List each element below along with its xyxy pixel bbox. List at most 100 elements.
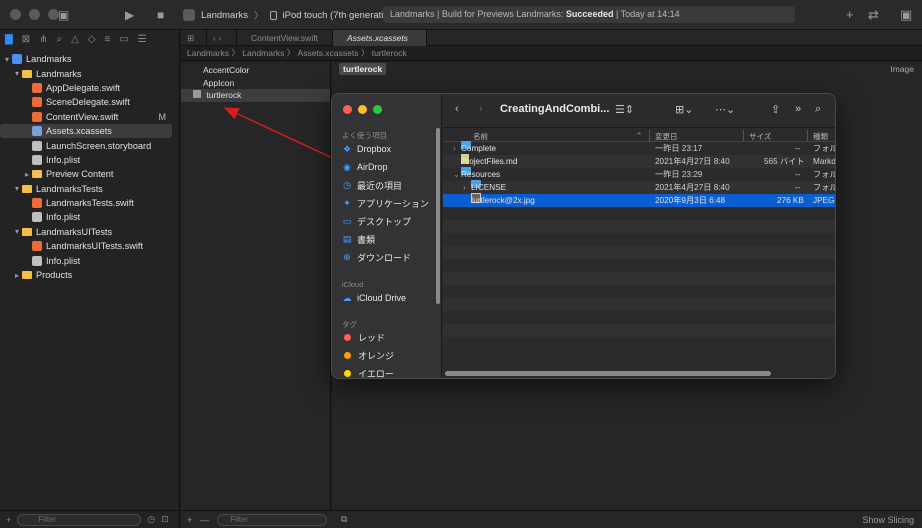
close-window-button[interactable] — [10, 9, 21, 20]
back-icon[interactable]: ‹ — [455, 103, 459, 115]
sidebar-tag-orange[interactable]: オレンジ — [342, 347, 394, 363]
asset-item-accentcolor[interactable]: AccentColor — [181, 64, 330, 77]
source-control-icon[interactable]: ⊠ — [22, 34, 30, 45]
minimize-window-button[interactable] — [29, 9, 40, 20]
chevron-down-icon[interactable]: ▾ — [12, 184, 22, 193]
chevron-down-icon[interactable]: ▾ — [2, 55, 12, 64]
folder-icon[interactable]: ▇ — [5, 34, 13, 45]
back-forward-icon[interactable]: ‹ › — [207, 29, 237, 46]
scheme-selector[interactable]: Landmarks 〉 iPod touch (7th generation) — [183, 6, 397, 24]
asset-filter-input[interactable]: Filter — [217, 514, 328, 526]
sort-up-icon[interactable]: ⌃ — [636, 131, 642, 140]
sidebar-item-applications[interactable]: ✦ アプリケーション — [342, 195, 429, 211]
overflow-icon[interactable]: » — [795, 103, 801, 115]
sidebar-item-desktop[interactable]: ▭ デスクトップ — [342, 213, 411, 229]
add-icon[interactable]: + — [6, 515, 11, 525]
tree-row-assets[interactable]: Assets.xcassets — [0, 123, 172, 139]
add-icon[interactable]: + — [846, 7, 854, 22]
tree-row-file[interactable]: SceneDelegate.swift — [0, 95, 180, 109]
asset-item-turtlerock[interactable]: turtlerock — [181, 89, 330, 102]
sidebar-item-icloud-drive[interactable]: ☁ iCloud Drive — [342, 290, 407, 306]
hierarchy-icon[interactable]: ⋔ — [39, 34, 47, 45]
tree-row-file[interactable]: LandmarksTests.swift — [0, 196, 180, 210]
file-row[interactable]: › LICENSE 2021年4月27日 8:40 -- フォル — [443, 180, 835, 194]
remove-icon[interactable]: — — [200, 515, 209, 525]
zoom-dialog-button[interactable] — [373, 105, 382, 114]
file-row[interactable]: ProjectFiles.md 2021年4月27日 8:40 565 バイト … — [443, 154, 835, 168]
close-dialog-button[interactable] — [343, 105, 352, 114]
jump-bar[interactable]: Landmarks 〉 Landmarks 〉 Assets.xcassets … — [181, 46, 922, 61]
chevron-down-icon[interactable]: ▾ — [12, 69, 22, 78]
sidebar-item-documents[interactable]: ▤ 書類 — [342, 231, 375, 247]
list-view-icon[interactable]: ☰⇕ — [615, 103, 634, 116]
layout-toggle-icon[interactable]: ⧉ — [341, 514, 347, 525]
show-slicing-button[interactable]: Show Slicing — [862, 515, 914, 525]
add-icon[interactable]: + — [187, 515, 192, 525]
sidebar-item-airdrop[interactable]: ◉ AirDrop — [342, 159, 387, 175]
chevron-right-icon[interactable]: ▸ — [12, 271, 22, 280]
share-icon[interactable]: ⇪ — [771, 103, 780, 116]
column-date[interactable]: 変更日 — [655, 131, 678, 142]
column-size[interactable]: サイズ — [749, 131, 771, 142]
tree-row-folder[interactable]: ▾ Landmarks — [0, 66, 180, 80]
more-actions-icon[interactable]: ⋯⌄ — [715, 103, 735, 116]
related-items-icon[interactable]: ⊞ — [181, 29, 207, 46]
sidebar-item-recents[interactable]: ◷ 最近の項目 — [342, 177, 402, 193]
current-folder-title[interactable]: CreatingAndCombi... — [500, 103, 609, 115]
recent-filter-icon[interactable]: ◷ — [147, 514, 155, 525]
report-icon[interactable]: ☰ — [138, 34, 147, 45]
asset-item-appicon[interactable]: AppIcon — [181, 77, 330, 90]
tree-row-folder[interactable]: ▸ Preview Content — [0, 167, 180, 181]
tree-row-file[interactable]: LandmarksUITests.swift — [0, 239, 180, 253]
back-forward-icon[interactable]: ⇄ — [868, 7, 879, 23]
search-icon[interactable]: ⌕ — [56, 34, 62, 45]
tree-row-file[interactable]: LaunchScreen.storyboard — [0, 138, 180, 152]
sidebar-item-downloads[interactable]: ⊕ ダウンロード — [342, 249, 411, 265]
warning-icon[interactable]: △ — [71, 34, 79, 45]
chevron-right-icon[interactable]: ▸ — [22, 170, 32, 179]
minimize-dialog-button[interactable] — [358, 105, 367, 114]
navigator-filter-input[interactable]: Filter — [17, 513, 142, 526]
sidebar-toggle-icon[interactable]: ▣ — [58, 8, 69, 22]
column-separator[interactable] — [807, 130, 808, 141]
run-icon[interactable]: ▶ — [125, 8, 134, 22]
file-row-selected[interactable]: turtlerock@2x.jpg 2020年9月3日 6:48 276 KB … — [443, 193, 835, 207]
column-name[interactable]: 名前 — [473, 131, 488, 142]
chevron-down-icon[interactable]: ▾ — [12, 227, 22, 236]
tree-row-file[interactable]: AppDelegate.swift — [0, 81, 180, 95]
breakpoint-icon[interactable]: ▭ — [119, 34, 128, 45]
sidebar-tag-red[interactable]: レッド — [342, 329, 385, 345]
tab-contentview[interactable]: ContentView.swift — [237, 29, 333, 46]
tree-row-folder[interactable]: ▾ LandmarksUITests — [0, 225, 180, 239]
file-row[interactable]: › Complete 一昨日 23:17 -- フォル — [443, 141, 835, 155]
chevron-right-icon[interactable]: › — [453, 142, 456, 155]
chevron-down-icon[interactable]: ⌄ — [453, 168, 460, 181]
tree-row-file[interactable]: Info.plist — [0, 253, 180, 267]
horizontal-scrollbar[interactable] — [445, 371, 771, 376]
column-kind[interactable]: 種類 — [813, 131, 828, 142]
tab-assets[interactable]: Assets.xcassets — [333, 29, 427, 46]
test-icon[interactable]: ◇ — [88, 34, 96, 45]
modified-filter-icon[interactable]: ⊡ — [161, 514, 169, 525]
sidebar-item-dropbox[interactable]: ❖ Dropbox — [342, 141, 391, 157]
tree-row-file[interactable]: Info.plist — [0, 153, 180, 167]
grid-view-icon[interactable]: ⊞⌄ — [675, 103, 693, 116]
tree-row-file[interactable]: Info.plist — [0, 210, 180, 224]
tree-row-folder[interactable]: ▾ LandmarksTests — [0, 182, 180, 196]
chevron-right-icon[interactable]: › — [463, 181, 466, 194]
tree-row-file[interactable]: ContentView.swift M — [0, 110, 180, 124]
inspector-toggle-icon[interactable]: ▣ — [900, 7, 912, 23]
sidebar-tag-yellow[interactable]: イエロー — [342, 365, 394, 378]
empty-row — [443, 311, 835, 324]
tree-row-project[interactable]: ▾ Landmarks — [0, 52, 180, 66]
file-row[interactable]: ⌄ Resources 一昨日 23:29 -- フォル — [443, 167, 835, 181]
sidebar-scrollbar[interactable] — [436, 128, 440, 304]
column-separator[interactable] — [743, 130, 744, 141]
forward-icon[interactable]: › — [479, 103, 483, 115]
tree-row-folder[interactable]: ▸ Products — [0, 268, 180, 282]
search-icon[interactable]: ⌕ — [815, 103, 821, 116]
tree-label: LaunchScreen.storyboard — [46, 140, 152, 151]
debug-icon[interactable]: ≡ — [105, 34, 111, 45]
stop-icon[interactable]: ■ — [157, 8, 164, 22]
column-separator[interactable] — [649, 130, 650, 141]
